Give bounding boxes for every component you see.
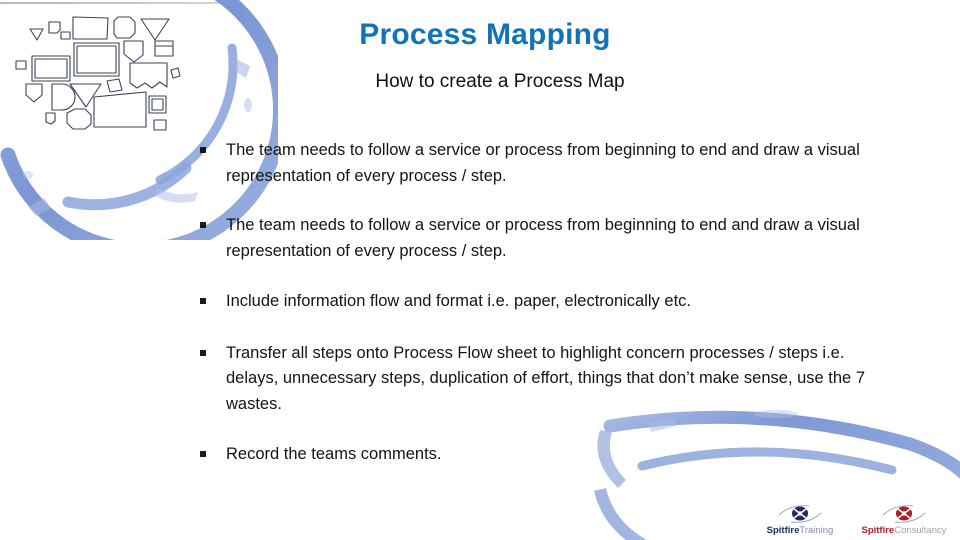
spitfire-consultancy-logo: SpitfireConsultancy [856, 503, 952, 536]
list-item: Record the teams comments. [196, 442, 896, 468]
list-item-text: The team needs to follow a service or pr… [226, 216, 860, 260]
list-item: Include information flow and format i.e.… [196, 289, 896, 315]
logo-suffix-text: Training [799, 525, 834, 536]
bullet-list: The team needs to follow a service or pr… [196, 138, 896, 468]
square-bullet-icon [200, 451, 206, 457]
top-divider-rule [0, 2, 243, 4]
flowchart-shape-cluster [15, 16, 181, 131]
spitfire-training-logo-mark [778, 505, 822, 523]
square-bullet-icon [200, 222, 206, 228]
footer-logo-strip: SpitfireTraining SpitfireConsultancy [752, 492, 957, 536]
list-item-text: The team needs to follow a service or pr… [226, 141, 860, 185]
list-item-text: Include information flow and format i.e.… [226, 292, 691, 310]
square-bullet-icon [200, 349, 206, 356]
list-item: The team needs to follow a service or pr… [196, 138, 896, 189]
list-item-text: Transfer all steps onto Process Flow she… [226, 343, 865, 413]
logo-suffix-text: Consultancy [894, 525, 947, 536]
page-title: Process Mapping [359, 18, 611, 51]
list-item-text: Record the teams comments. [226, 445, 442, 463]
logo-brand-text: Spitfire [861, 525, 895, 536]
presentation-slide: Process Mapping How to create a Process … [0, 0, 960, 540]
list-item: Transfer all steps onto Process Flow she… [196, 341, 896, 418]
spitfire-training-logo: SpitfireTraining [752, 503, 848, 536]
logo-brand-text: Spitfire [766, 525, 800, 536]
square-bullet-icon [200, 147, 206, 153]
spitfire-training-wordmark: SpitfireTraining [767, 525, 834, 536]
square-bullet-icon [200, 298, 206, 304]
spitfire-consultancy-logo-mark [882, 505, 926, 523]
spitfire-consultancy-wordmark: SpitfireConsultancy [861, 525, 946, 536]
list-item: The team needs to follow a service or pr… [196, 213, 896, 264]
page-subtitle: How to create a Process Map [375, 71, 625, 92]
